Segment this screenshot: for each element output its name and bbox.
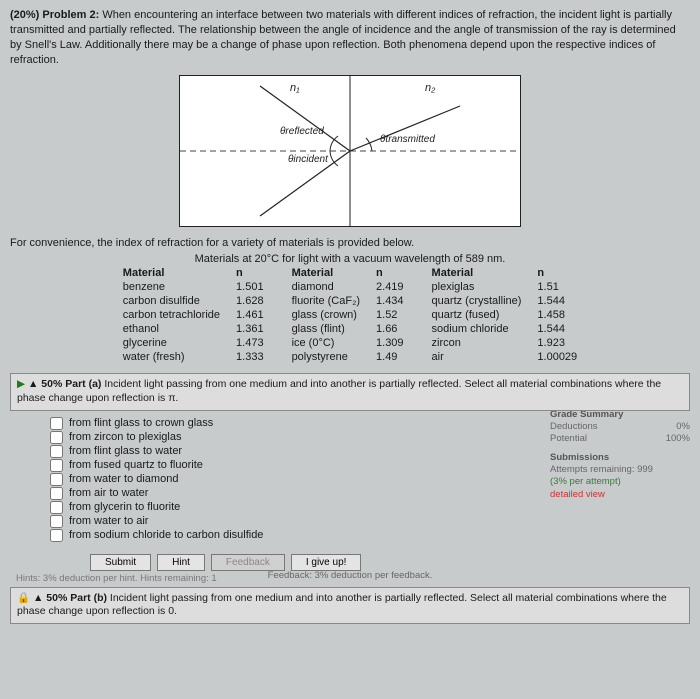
detailed-view-link[interactable]: detailed view	[550, 489, 690, 501]
label-theta-incident: θincident	[288, 154, 328, 165]
option-checkbox-3[interactable]	[50, 459, 63, 472]
option-checkbox-1[interactable]	[50, 431, 63, 444]
col-header-material: Material	[123, 267, 220, 279]
label-theta-transmitted: θtransmitted	[380, 134, 435, 145]
option-checkbox-7[interactable]	[50, 515, 63, 528]
option-checkbox-8[interactable]	[50, 529, 63, 542]
problem-statement: (20%) Problem 2: When encountering an in…	[10, 8, 690, 67]
option-row: from flint glass to crown glass	[50, 417, 550, 430]
option-row: from water to diamond	[50, 473, 550, 486]
play-icon: ▶	[17, 378, 25, 390]
grade-summary: Grade Summary Deductions 0% Potential 10…	[550, 411, 690, 501]
table-column-2: Material diamond fluorite (CaF₂) glass (…	[292, 267, 404, 363]
table-column-1: Material benzene carbon disulfide carbon…	[123, 267, 264, 363]
option-checkbox-0[interactable]	[50, 417, 63, 430]
table-column-3: Material plexiglas quartz (crystalline) …	[432, 267, 578, 363]
part-b-banner: 🔒 ▲ 50% Part (b) Incident light passing …	[10, 587, 690, 624]
giveup-button[interactable]: I give up!	[291, 554, 362, 571]
problem-title: (20%) Problem 2:	[10, 9, 99, 21]
option-row: from air to water	[50, 487, 550, 500]
lock-icon: 🔒	[17, 592, 30, 604]
option-row: from water to air	[50, 515, 690, 528]
convenience-text: For convenience, the index of refraction…	[10, 237, 690, 249]
option-checkbox-6[interactable]	[50, 501, 63, 514]
col-header-n: n	[236, 267, 264, 279]
part-a-text: Incident light passing from one medium a…	[17, 378, 661, 404]
refraction-table: Material benzene carbon disulfide carbon…	[51, 267, 649, 363]
option-row: from fused quartz to fluorite	[50, 459, 550, 472]
feedback-button[interactable]: Feedback	[211, 554, 285, 571]
submit-button[interactable]: Submit	[90, 554, 151, 571]
part-b-header: ▲ 50% Part (b)	[33, 592, 107, 604]
refraction-diagram: n₁ n₂ θreflected θincident θtransmitted	[179, 75, 521, 227]
part-a-banner: ▶ ▲ 50% Part (a) Incident light passing …	[10, 373, 690, 410]
part-a-header: ▲ 50% Part (a)	[28, 378, 101, 390]
label-n2: n₂	[425, 82, 435, 94]
hint-button[interactable]: Hint	[157, 554, 205, 571]
problem-body: When encountering an interface between t…	[10, 9, 676, 66]
label-theta-reflected: θreflected	[280, 126, 324, 137]
option-row: from flint glass to water	[50, 445, 550, 458]
option-checkbox-2[interactable]	[50, 445, 63, 458]
option-row: from zircon to plexiglas	[50, 431, 550, 444]
label-n1: n₁	[290, 82, 300, 94]
option-row: from glycerin to fluorite	[50, 501, 550, 514]
part-b-text: Incident light passing from one medium a…	[17, 592, 667, 618]
option-checkbox-5[interactable]	[50, 487, 63, 500]
option-checkbox-4[interactable]	[50, 473, 63, 486]
table-title: Materials at 20°C for light with a vacuu…	[10, 253, 690, 265]
option-row: from sodium chloride to carbon disulfide	[50, 529, 690, 542]
